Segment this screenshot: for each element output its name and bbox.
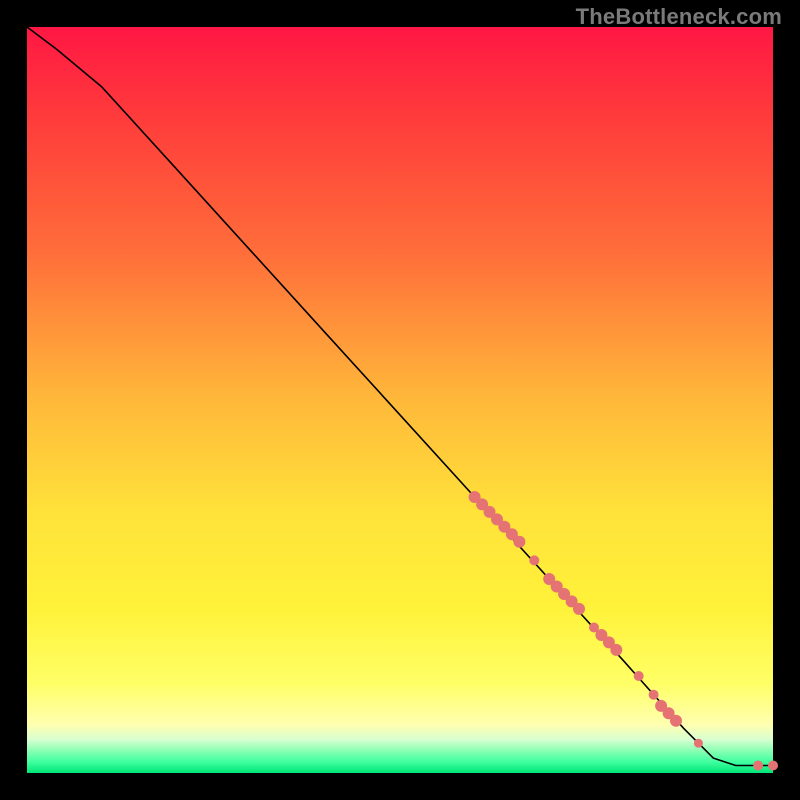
curve-marker	[634, 671, 644, 681]
chart-svg	[0, 0, 800, 800]
curve-marker	[753, 761, 763, 771]
curve-marker	[649, 690, 659, 700]
curve-marker	[694, 739, 703, 748]
plot-background	[27, 27, 773, 773]
curve-marker	[610, 644, 622, 656]
curve-marker	[768, 761, 778, 771]
curve-marker	[670, 715, 682, 727]
curve-marker	[529, 555, 539, 565]
curve-marker	[573, 603, 585, 615]
curve-marker	[513, 536, 525, 548]
chart-stage: TheBottleneck.com	[0, 0, 800, 800]
